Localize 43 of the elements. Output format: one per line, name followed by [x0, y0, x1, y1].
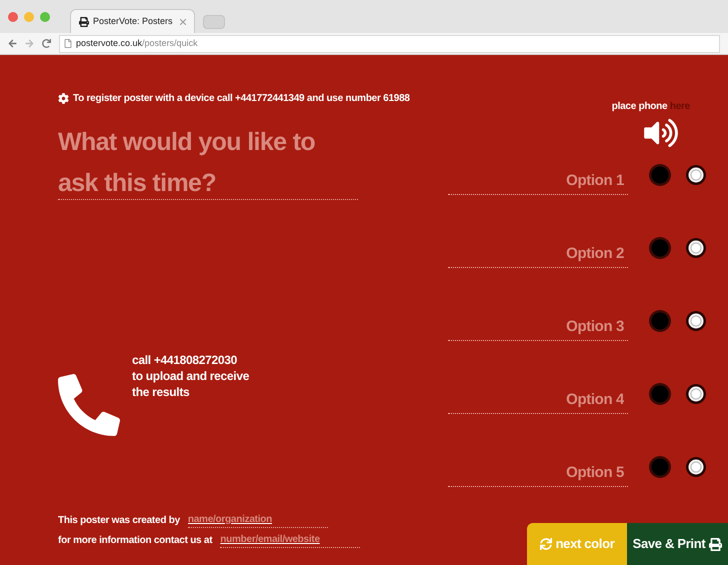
new-tab-button[interactable] [203, 15, 225, 29]
option-field[interactable]: Option 1 [448, 166, 628, 195]
ring-dot-icon [684, 308, 708, 332]
register-notice: To register poster with a device call +441772441349 and use number 61988 [73, 92, 410, 106]
reload-icon[interactable] [42, 39, 51, 48]
phone-icon [58, 374, 120, 436]
credit-field[interactable]: name/organization [188, 512, 328, 528]
printer-icon [709, 538, 722, 550]
option-field[interactable]: Option 2 [448, 239, 628, 268]
place-phone-label: place phone here [612, 100, 690, 114]
speaker-icon [644, 118, 678, 148]
refresh-icon [540, 538, 552, 550]
back-icon[interactable] [8, 39, 17, 48]
printer-icon [79, 16, 89, 26]
ring-dot-icon [684, 236, 708, 260]
settings-icon[interactable] [58, 93, 69, 104]
results-call-text: call +441808272030 [132, 352, 238, 368]
forward-icon[interactable] [25, 39, 34, 48]
save-print-button[interactable]: Save & Print [627, 523, 728, 565]
option-field[interactable]: Option 4 [448, 385, 628, 414]
filled-dot-icon [648, 162, 672, 186]
close-window-icon[interactable] [8, 12, 18, 22]
close-tab-icon[interactable] [180, 18, 186, 24]
filled-dot-icon [648, 382, 672, 406]
filled-dot-icon [648, 236, 672, 260]
option-field[interactable]: Option 3 [448, 312, 628, 341]
ring-dot-icon [684, 162, 708, 186]
address-field[interactable]: postervote.co.uk/posters/quick [59, 34, 720, 52]
credit-label: This poster was created by [58, 514, 180, 528]
browser-tab[interactable]: PosterVote: Posters [70, 9, 195, 33]
results-call-text: to upload and receive [132, 368, 250, 384]
results-call-text: the results [132, 384, 190, 400]
option-field[interactable]: Option 5 [448, 458, 628, 487]
credit-label: for more information contact us at [58, 534, 212, 548]
filled-dot-icon [648, 454, 672, 478]
ring-dot-icon [684, 382, 708, 406]
filled-dot-icon [648, 308, 672, 332]
ring-dot-icon [684, 454, 708, 478]
question-field[interactable]: What would you like to ask this time? [58, 122, 358, 200]
minimize-window-icon[interactable] [24, 12, 34, 22]
credit-field[interactable]: number/email/website [220, 532, 360, 548]
zoom-window-icon[interactable] [40, 12, 50, 22]
page-icon [64, 39, 72, 48]
